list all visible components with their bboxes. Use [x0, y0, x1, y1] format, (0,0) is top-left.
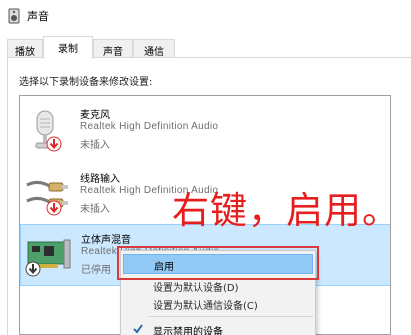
tab-sounds[interactable]: 声音 — [93, 39, 133, 58]
annotation-highlight-box — [117, 246, 319, 280]
tab-recording[interactable]: 录制 — [43, 36, 93, 59]
device-name: 立体声混音 — [81, 235, 131, 246]
tab-communications[interactable]: 通信 — [133, 39, 175, 58]
device-name: 线路输入 — [80, 174, 120, 185]
title-bar: 声音 — [0, 0, 411, 32]
device-item-microphone[interactable]: 麦克风 Realtek High Definition Audio 未插入 — [20, 100, 390, 162]
tutorial-annotation: 右键，启用。 — [172, 189, 400, 232]
disabled-arrow-icon — [25, 261, 41, 277]
tab-playback[interactable]: 播放 — [7, 39, 43, 58]
speaker-icon — [8, 8, 20, 24]
menu-item-show-disabled-devices[interactable]: 显示禁用的设备 — [123, 320, 313, 335]
device-driver: Realtek High Definition Audio — [80, 121, 219, 132]
menu-item-label: 显示禁用的设备 — [153, 327, 223, 335]
checkmark-icon — [133, 324, 143, 334]
device-status: 未插入 — [80, 140, 110, 151]
unplugged-arrow-icon — [46, 200, 62, 216]
menu-separator — [149, 316, 313, 317]
device-name: 麦克风 — [80, 110, 110, 121]
device-status: 未插入 — [80, 204, 110, 215]
unplugged-arrow-icon — [46, 136, 62, 152]
device-status: 已停用 — [81, 265, 111, 276]
instruction-text: 选择以下录制设备来修改设置: — [19, 77, 153, 88]
window-title: 声音 — [27, 10, 49, 23]
menu-item-set-default-communication-device[interactable]: 设置为默认通信设备(C) — [123, 294, 313, 314]
tab-bar: 播放 录制 声音 通信 — [0, 36, 411, 59]
